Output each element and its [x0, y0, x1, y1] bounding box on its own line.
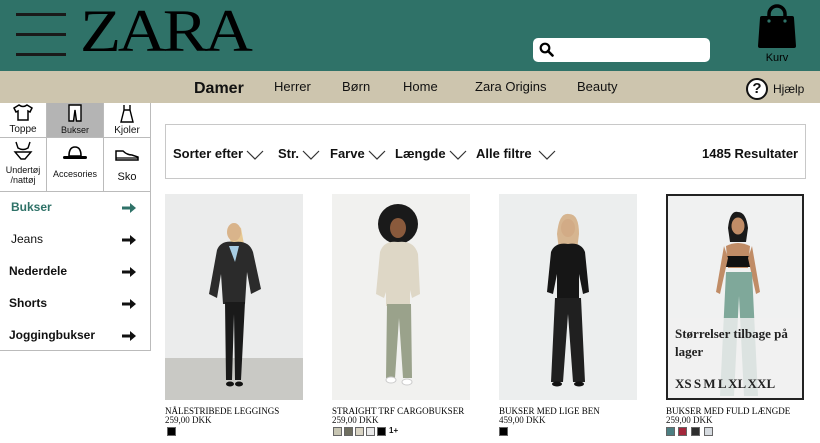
- category-toppe[interactable]: Toppe: [0, 103, 47, 138]
- color-swatch[interactable]: [499, 427, 508, 436]
- header-bar: ZARA Kurv: [0, 0, 820, 71]
- chevron-down-icon: [368, 150, 386, 160]
- filter-bar: Sorter efter Str. Farve Længde Alle filt…: [165, 124, 806, 179]
- category-label: Kjoler: [114, 125, 140, 136]
- product-image[interactable]: Størrelser tilbage på lager XS S M L XL …: [666, 194, 804, 400]
- category-kjoler[interactable]: Kjoler: [104, 103, 151, 138]
- subcategory-label: Jeans: [11, 232, 44, 246]
- help-icon: ?: [746, 78, 768, 100]
- size-options[interactable]: XS S M L XL XXL: [675, 376, 775, 392]
- cart-button[interactable]: Kurv: [755, 4, 799, 66]
- length-label: Længde: [395, 146, 446, 161]
- category-bukser[interactable]: Bukser: [47, 103, 104, 138]
- subcategory-bukser[interactable]: Bukser: [0, 192, 151, 224]
- color-swatch[interactable]: [691, 427, 700, 436]
- subcategory-label: Shorts: [9, 296, 48, 310]
- color-swatch[interactable]: [377, 427, 386, 436]
- product-image[interactable]: [499, 194, 637, 400]
- category-grid: Toppe Bukser Kjoler Undertøj /nattøj Acc…: [0, 103, 151, 192]
- size-label: Str.: [278, 146, 299, 161]
- subcategory-list: Bukser Jeans Nederdele Shorts Joggingbuk…: [0, 192, 151, 351]
- category-label: Sko: [117, 171, 137, 183]
- sort-dropdown[interactable]: Sorter efter: [173, 146, 264, 161]
- category-label: Accesories: [52, 169, 97, 179]
- cart-label: Kurv: [765, 52, 789, 64]
- chevron-down-icon: [449, 150, 466, 160]
- top-icon: [13, 104, 33, 121]
- nav-item-home[interactable]: Home: [403, 79, 438, 94]
- subcategory-label: Bukser: [11, 200, 52, 214]
- chevron-down-icon: [246, 150, 264, 160]
- color-swatch[interactable]: [366, 427, 375, 436]
- product-image[interactable]: [165, 194, 303, 400]
- help-label: Hjælp: [773, 82, 805, 96]
- all-filters-dropdown[interactable]: Alle filtre: [476, 146, 556, 161]
- subcategory-jeans[interactable]: Jeans: [0, 224, 151, 256]
- arrow-right-icon: [122, 267, 136, 277]
- nav-item-born[interactable]: Børn: [342, 79, 370, 94]
- length-dropdown[interactable]: Længde: [395, 146, 467, 161]
- zara-logo[interactable]: ZARA: [80, 1, 253, 61]
- search-icon: [539, 42, 554, 57]
- color-swatch[interactable]: [678, 427, 687, 436]
- subcategory-joggingbukser[interactable]: Joggingbukser: [0, 320, 151, 352]
- color-swatch[interactable]: [704, 427, 713, 436]
- main-nav: Damer Herrer Børn Home Zara Origins Beau…: [0, 71, 820, 103]
- product-price: 459,00 DKK: [499, 415, 546, 425]
- shopping-bag-icon: [758, 4, 796, 48]
- category-label: Toppe: [9, 124, 37, 135]
- color-swatch[interactable]: [666, 427, 675, 436]
- nav-item-damer[interactable]: Damer: [194, 80, 244, 98]
- hat-icon: [63, 146, 87, 159]
- arrow-right-icon: [122, 203, 136, 213]
- product-price: 259,00 DKK: [332, 415, 379, 425]
- nav-item-zara-origins[interactable]: Zara Origins: [475, 79, 547, 94]
- search-box[interactable]: [533, 38, 710, 62]
- category-label: Bukser: [60, 125, 89, 135]
- subcategory-label: Joggingbukser: [9, 328, 96, 342]
- color-label: Farve: [330, 146, 365, 161]
- lingerie-icon: [13, 141, 33, 160]
- category-undertoj[interactable]: Undertøj /nattøj: [0, 138, 47, 192]
- subcategory-shorts[interactable]: Shorts: [0, 288, 151, 320]
- category-accesories[interactable]: Accesories: [47, 138, 104, 192]
- search-input[interactable]: [557, 41, 705, 59]
- nav-item-beauty[interactable]: Beauty: [577, 79, 617, 94]
- product-image[interactable]: [332, 194, 470, 400]
- color-swatch[interactable]: [344, 427, 353, 436]
- nav-item-herrer[interactable]: Herrer: [274, 79, 311, 94]
- subcategory-nederdele[interactable]: Nederdele: [0, 256, 151, 288]
- size-availability-message: Størrelser tilbage på lager: [675, 326, 788, 359]
- arrow-right-icon: [122, 235, 136, 245]
- results-count: 1485 Resultater: [702, 146, 799, 161]
- product-price: 259,00 DKK: [165, 415, 212, 425]
- size-dropdown[interactable]: Str.: [278, 146, 320, 161]
- sort-label: Sorter efter: [173, 146, 244, 161]
- color-swatch[interactable]: [167, 427, 176, 436]
- color-swatch[interactable]: [355, 427, 364, 436]
- color-dropdown[interactable]: Farve: [330, 146, 386, 161]
- dress-icon: [120, 105, 134, 123]
- shoe-icon: [115, 150, 139, 161]
- chevron-down-icon: [538, 150, 556, 160]
- category-sko[interactable]: Sko: [104, 138, 151, 192]
- subcategory-label: Nederdele: [9, 264, 68, 278]
- color-swatch[interactable]: [333, 427, 342, 436]
- arrow-right-icon: [122, 331, 136, 341]
- more-colors-badge[interactable]: 1+: [389, 426, 398, 435]
- arrow-right-icon: [122, 299, 136, 309]
- chevron-down-icon: [302, 150, 320, 160]
- product-price: 259,00 DKK: [666, 415, 713, 425]
- pants-icon: [68, 104, 82, 122]
- menu-icon[interactable]: [16, 13, 66, 56]
- size-availability-overlay: Størrelser tilbage på lager XS S M L XL …: [668, 318, 802, 398]
- category-label: Undertøj /nattøj: [5, 165, 41, 185]
- all-filters-label: Alle filtre: [476, 146, 532, 161]
